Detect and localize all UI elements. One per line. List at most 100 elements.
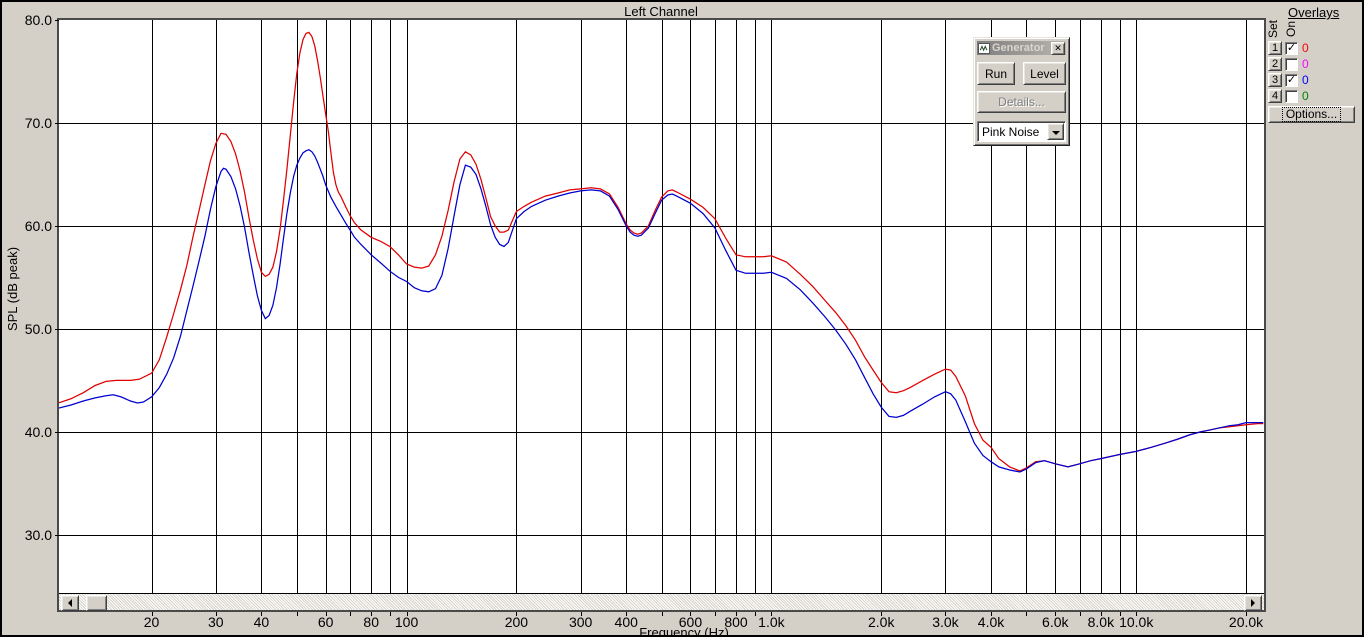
arrow-left-icon — [68, 599, 72, 607]
overlay-set-button-1[interactable]: 1 — [1268, 41, 1282, 55]
x-tick-mark — [350, 612, 351, 616]
y-tick-mark — [55, 432, 59, 433]
level-button[interactable]: Level — [1023, 62, 1066, 85]
x-tick-mark — [1026, 612, 1027, 616]
x-tick-label: 3.0k — [932, 614, 959, 630]
x-tick-label: 8.0k — [1087, 614, 1115, 630]
x-tick-label: 6.0k — [1042, 614, 1069, 630]
x-tick-mark — [581, 612, 582, 616]
app-window: Left Channel SPL (dB peak) Frequency (Hz… — [0, 0, 1364, 637]
signal-select[interactable]: Pink Noise — [977, 121, 1066, 142]
y-tick-label: 40.0 — [24, 423, 52, 440]
x-tick-label: 60 — [317, 614, 334, 630]
frequency-scrollbar[interactable] — [59, 593, 1264, 611]
x-tick-mark — [715, 612, 716, 616]
overlay-row-3: 3 ✓ 0 — [1268, 73, 1309, 87]
x-tick-mark — [1080, 612, 1081, 616]
x-tick-mark — [662, 612, 663, 616]
x-tick-mark — [736, 612, 737, 616]
generator-titlebar[interactable]: Generator ✕ — [977, 41, 1066, 55]
x-tick-mark — [297, 612, 298, 616]
close-icon[interactable]: ✕ — [1051, 41, 1065, 55]
overlay-row-2: 20 — [1268, 57, 1309, 71]
y-tick-label: 50.0 — [24, 320, 52, 337]
options-button[interactable]: Options... — [1268, 106, 1355, 123]
x-tick-label: 30 — [208, 614, 224, 630]
y-tick-label: 70.0 — [24, 114, 52, 131]
generator-title: Generator — [992, 42, 1045, 54]
spectrum-chart — [59, 20, 1264, 593]
x-tick-label: 600 — [678, 614, 703, 630]
x-tick-label: 800 — [724, 614, 748, 630]
overlay-value-3: 0 — [1302, 73, 1309, 87]
overlay-value-4: 0 — [1302, 89, 1309, 103]
overlay-on-checkbox-4[interactable] — [1285, 89, 1298, 103]
x-tick-mark — [881, 612, 882, 616]
run-button[interactable]: Run — [977, 62, 1015, 85]
x-tick-mark — [1055, 612, 1056, 616]
x-tick-mark — [390, 612, 391, 616]
plot-frame — [57, 18, 1266, 612]
x-tick-mark — [1101, 612, 1102, 616]
x-tick-label: 40 — [253, 614, 270, 630]
y-tick-label: 30.0 — [24, 526, 52, 543]
overlay-on-checkbox-3[interactable]: ✓ — [1285, 73, 1298, 87]
overlay-set-button-4[interactable]: 4 — [1268, 89, 1282, 103]
overlay-set-button-3[interactable]: 3 — [1268, 73, 1282, 87]
x-tick-label: 20 — [143, 614, 160, 630]
x-tick-mark — [1136, 612, 1137, 616]
generator-dialog: Generator ✕ Run Level Details... Pink No… — [973, 37, 1070, 146]
gridlines — [59, 20, 1264, 593]
arrow-right-icon — [1251, 599, 1255, 607]
x-tick-mark — [152, 612, 153, 616]
y-tick-mark — [55, 123, 59, 124]
overlays-col-set: Set — [1266, 20, 1280, 39]
x-tick-label: 1.0k — [758, 614, 785, 630]
x-tick-mark — [1246, 612, 1247, 616]
waveform-icon — [978, 42, 990, 54]
y-tick-mark — [55, 535, 59, 536]
overlay-value-2: 0 — [1302, 57, 1309, 71]
scrollbar-thumb[interactable] — [86, 595, 107, 611]
x-tick-mark — [991, 612, 992, 616]
x-tick-mark — [216, 612, 217, 616]
x-tick-label: 4.0k — [977, 614, 1005, 630]
combo-drop-button[interactable] — [1047, 123, 1064, 140]
x-tick-mark — [1120, 612, 1121, 616]
scrollbar-left-button[interactable] — [61, 595, 79, 611]
chart-title: Left Channel — [624, 4, 698, 19]
overlay-set-button-2[interactable]: 2 — [1268, 57, 1282, 71]
y-tick-mark — [55, 226, 59, 227]
chevron-down-icon — [1051, 131, 1060, 135]
y-tick-label: 80.0 — [24, 12, 52, 28]
details-button: Details... — [977, 91, 1066, 113]
x-tick-mark — [626, 612, 627, 616]
x-tick-label: 20.0k — [1228, 614, 1264, 630]
y-tick-mark — [55, 20, 59, 21]
x-tick-label: 100 — [394, 614, 419, 630]
x-tick-label: 10.0k — [1119, 614, 1154, 630]
y-tick-label: 60.0 — [24, 217, 52, 234]
scrollbar-right-button[interactable] — [1244, 595, 1262, 611]
x-tick-mark — [516, 612, 517, 616]
x-tick-mark — [755, 612, 756, 616]
series-overlay-1-red — [59, 31, 1264, 472]
signal-select-value: Pink Noise — [982, 124, 1040, 139]
plot-area — [59, 20, 1264, 593]
x-tick-label: 80 — [363, 614, 380, 630]
x-tick-label: 200 — [504, 614, 529, 630]
x-tick-label: 300 — [568, 614, 593, 630]
overlay-on-checkbox-1[interactable]: ✓ — [1285, 41, 1298, 55]
overlay-value-1: 0 — [1302, 41, 1309, 55]
x-tick-mark — [371, 612, 372, 616]
x-tick-mark — [690, 612, 691, 616]
x-tick-mark — [261, 612, 262, 616]
x-tick-mark — [407, 612, 408, 616]
options-button-label: Options... — [1281, 107, 1342, 122]
y-tick-mark — [55, 329, 59, 330]
overlay-on-checkbox-2[interactable] — [1285, 57, 1298, 71]
overlay-row-4: 40 — [1268, 89, 1309, 103]
x-tick-mark — [771, 612, 772, 616]
x-tick-mark — [945, 612, 946, 616]
x-tick-mark — [326, 612, 327, 616]
